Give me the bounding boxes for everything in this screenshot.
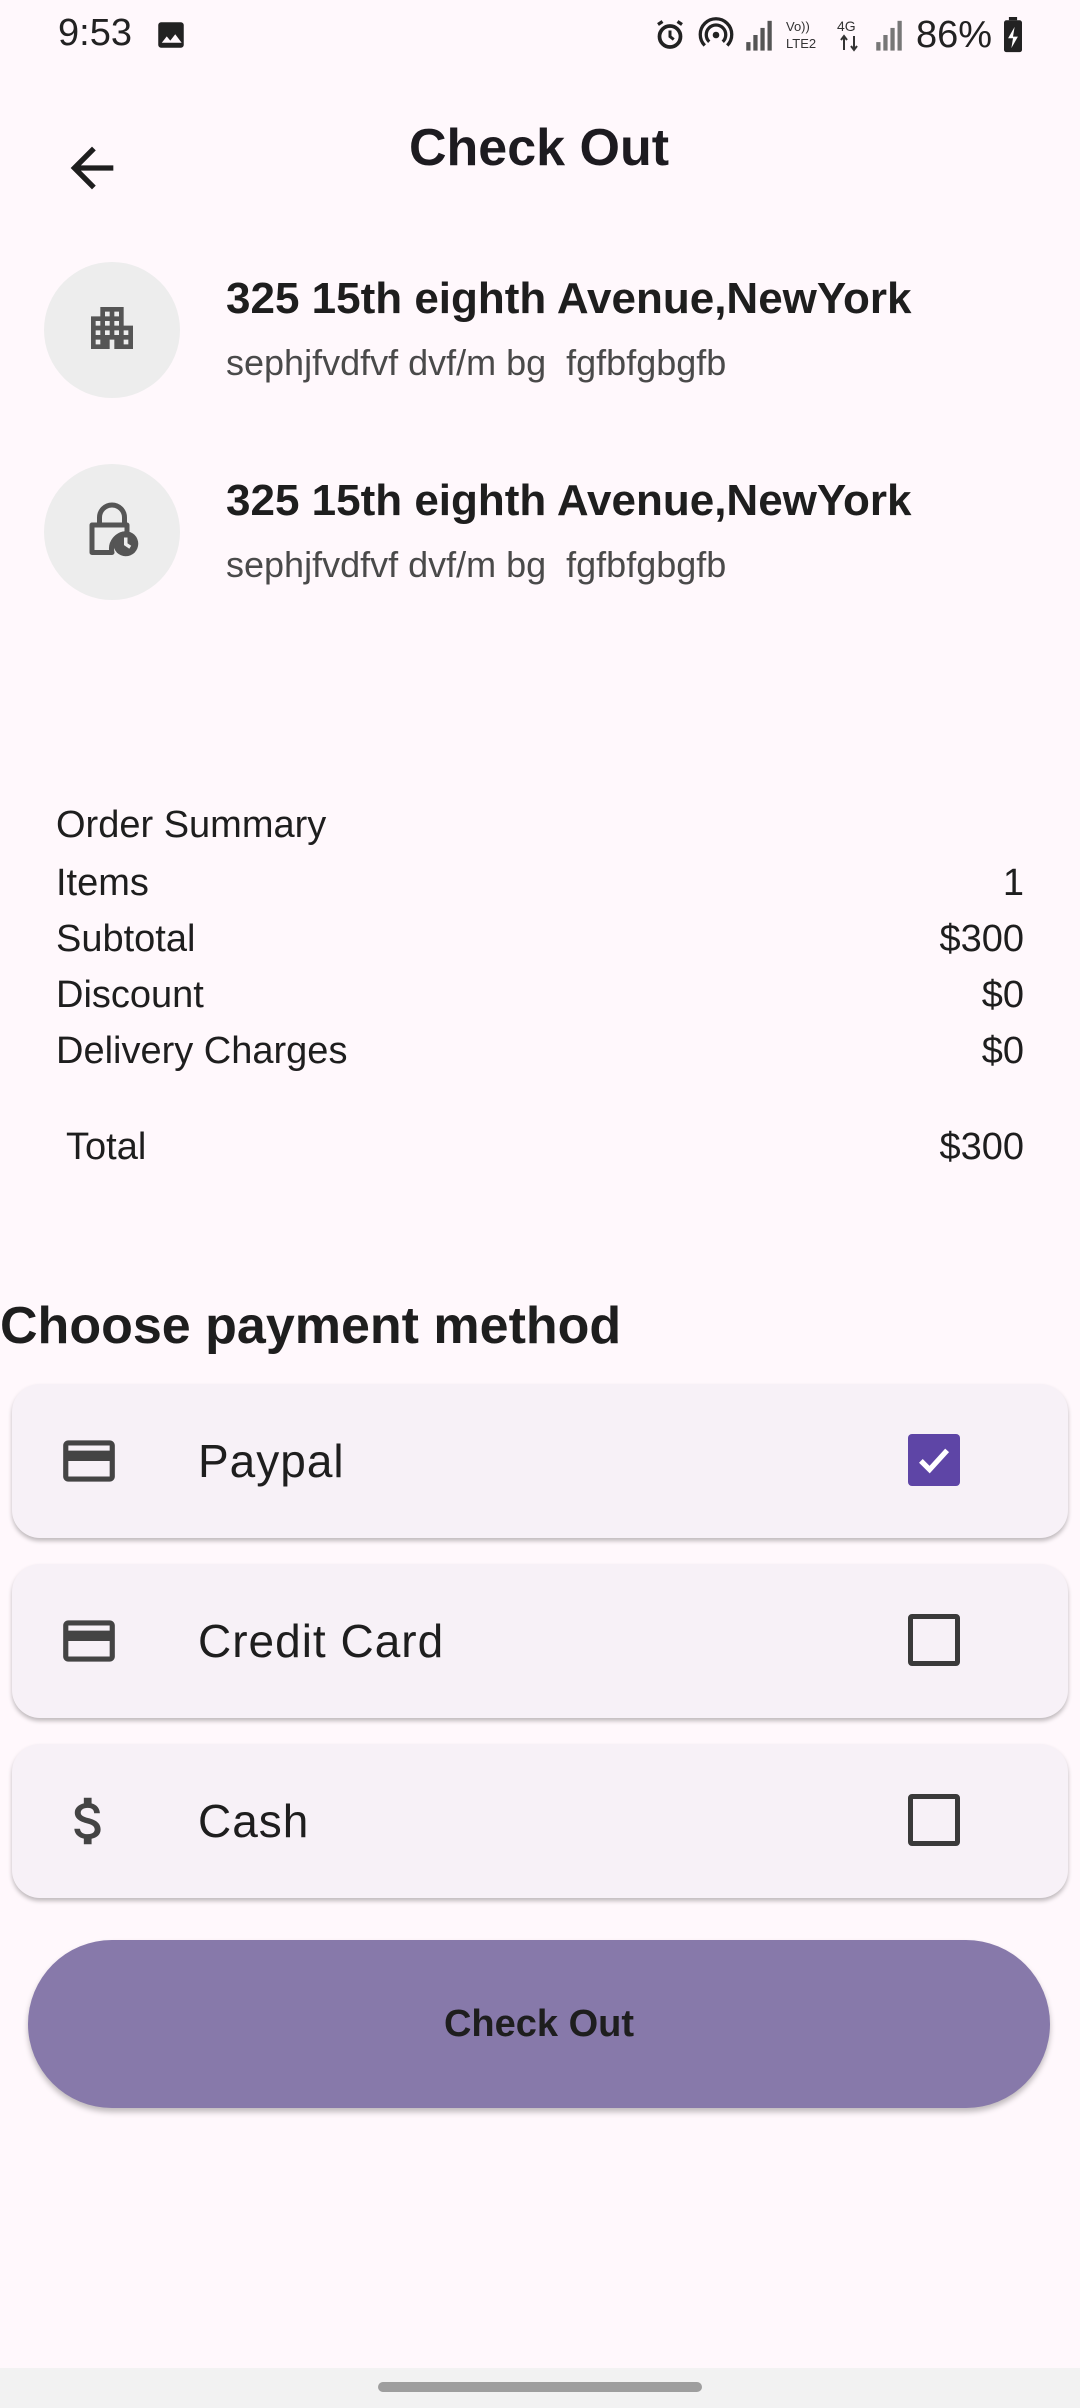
- summary-value: $300: [939, 1126, 1024, 1168]
- signal-icon: [744, 18, 774, 52]
- cash-checkbox[interactable]: [908, 1794, 960, 1846]
- dollar-icon: [58, 1790, 120, 1852]
- address-title: 325 15th eighth Avenue,NewYork: [226, 274, 912, 323]
- summary-value: $0: [981, 1030, 1024, 1072]
- lock-clock-icon: [82, 500, 142, 565]
- payment-label: Paypal: [198, 1435, 345, 1487]
- alarm-icon: [652, 17, 688, 53]
- summary-value: $300: [939, 918, 1024, 960]
- status-time: 9:53: [58, 12, 132, 54]
- summary-label: Subtotal: [56, 918, 196, 960]
- payment-option-paypal[interactable]: Paypal: [12, 1384, 1068, 1538]
- svg-text:4G: 4G: [837, 18, 856, 34]
- battery-icon: [1002, 17, 1024, 53]
- address-subtitle: sephjfvdfvf dvf/m bg fgfbfgbgfb: [226, 544, 727, 585]
- order-summary-heading: Order Summary: [56, 804, 327, 846]
- svg-text:LTE2: LTE2: [786, 36, 816, 51]
- payment-option-credit-card[interactable]: Credit Card: [12, 1564, 1068, 1718]
- gesture-handle[interactable]: [378, 2382, 702, 2392]
- credit-card-icon: [58, 1430, 120, 1492]
- signal-icon: [874, 18, 904, 52]
- summary-row-total: Total $300: [56, 1126, 1024, 1176]
- credit-card-icon: [58, 1610, 120, 1672]
- battery-percent: 86%: [915, 13, 992, 56]
- payment-heading: Choose payment method: [0, 1297, 622, 1355]
- avatar: [44, 464, 180, 600]
- summary-label: Discount: [56, 974, 204, 1016]
- credit-card-checkbox[interactable]: [908, 1614, 960, 1666]
- paypal-checkbox[interactable]: [908, 1434, 960, 1486]
- payment-label: Cash: [198, 1795, 310, 1847]
- apartment-icon: [84, 300, 140, 361]
- checkout-button[interactable]: Check Out: [28, 1940, 1050, 2108]
- summary-row-discount: Discount $0: [56, 974, 1024, 1024]
- hotspot-icon: [698, 17, 734, 53]
- avatar: [44, 262, 180, 398]
- payment-option-cash[interactable]: Cash: [12, 1744, 1068, 1898]
- summary-label: Total: [66, 1126, 147, 1168]
- summary-label: Items: [56, 862, 149, 904]
- page-title: Check Out: [408, 119, 670, 177]
- volte-icon: Vo)) LTE2: [784, 16, 824, 54]
- status-bar: 9:53 Vo)) LTE2 4G 86%: [0, 0, 1080, 70]
- summary-value: $0: [981, 974, 1024, 1016]
- summary-row-items: Items 1: [56, 862, 1024, 912]
- payment-label: Credit Card: [198, 1615, 445, 1667]
- 4g-icon: 4G: [834, 16, 864, 54]
- address-item[interactable]: 325 15th eighth Avenue,NewYork sephjfvdf…: [44, 464, 1044, 604]
- svg-text:Vo)): Vo)): [786, 19, 810, 34]
- address-title: 325 15th eighth Avenue,NewYork: [226, 476, 912, 525]
- app-bar: Check Out: [0, 110, 1080, 220]
- status-icons: Vo)) LTE2 4G 86%: [652, 10, 1024, 60]
- address-subtitle: sephjfvdfvf dvf/m bg fgfbfgbgfb: [226, 342, 727, 383]
- summary-row-subtotal: Subtotal $300: [56, 918, 1024, 968]
- summary-label: Delivery Charges: [56, 1030, 348, 1072]
- address-item[interactable]: 325 15th eighth Avenue,NewYork sephjfvdf…: [44, 262, 1044, 402]
- summary-row-delivery: Delivery Charges $0: [56, 1030, 1024, 1080]
- summary-value: 1: [1002, 862, 1024, 904]
- gallery-icon: [154, 18, 188, 52]
